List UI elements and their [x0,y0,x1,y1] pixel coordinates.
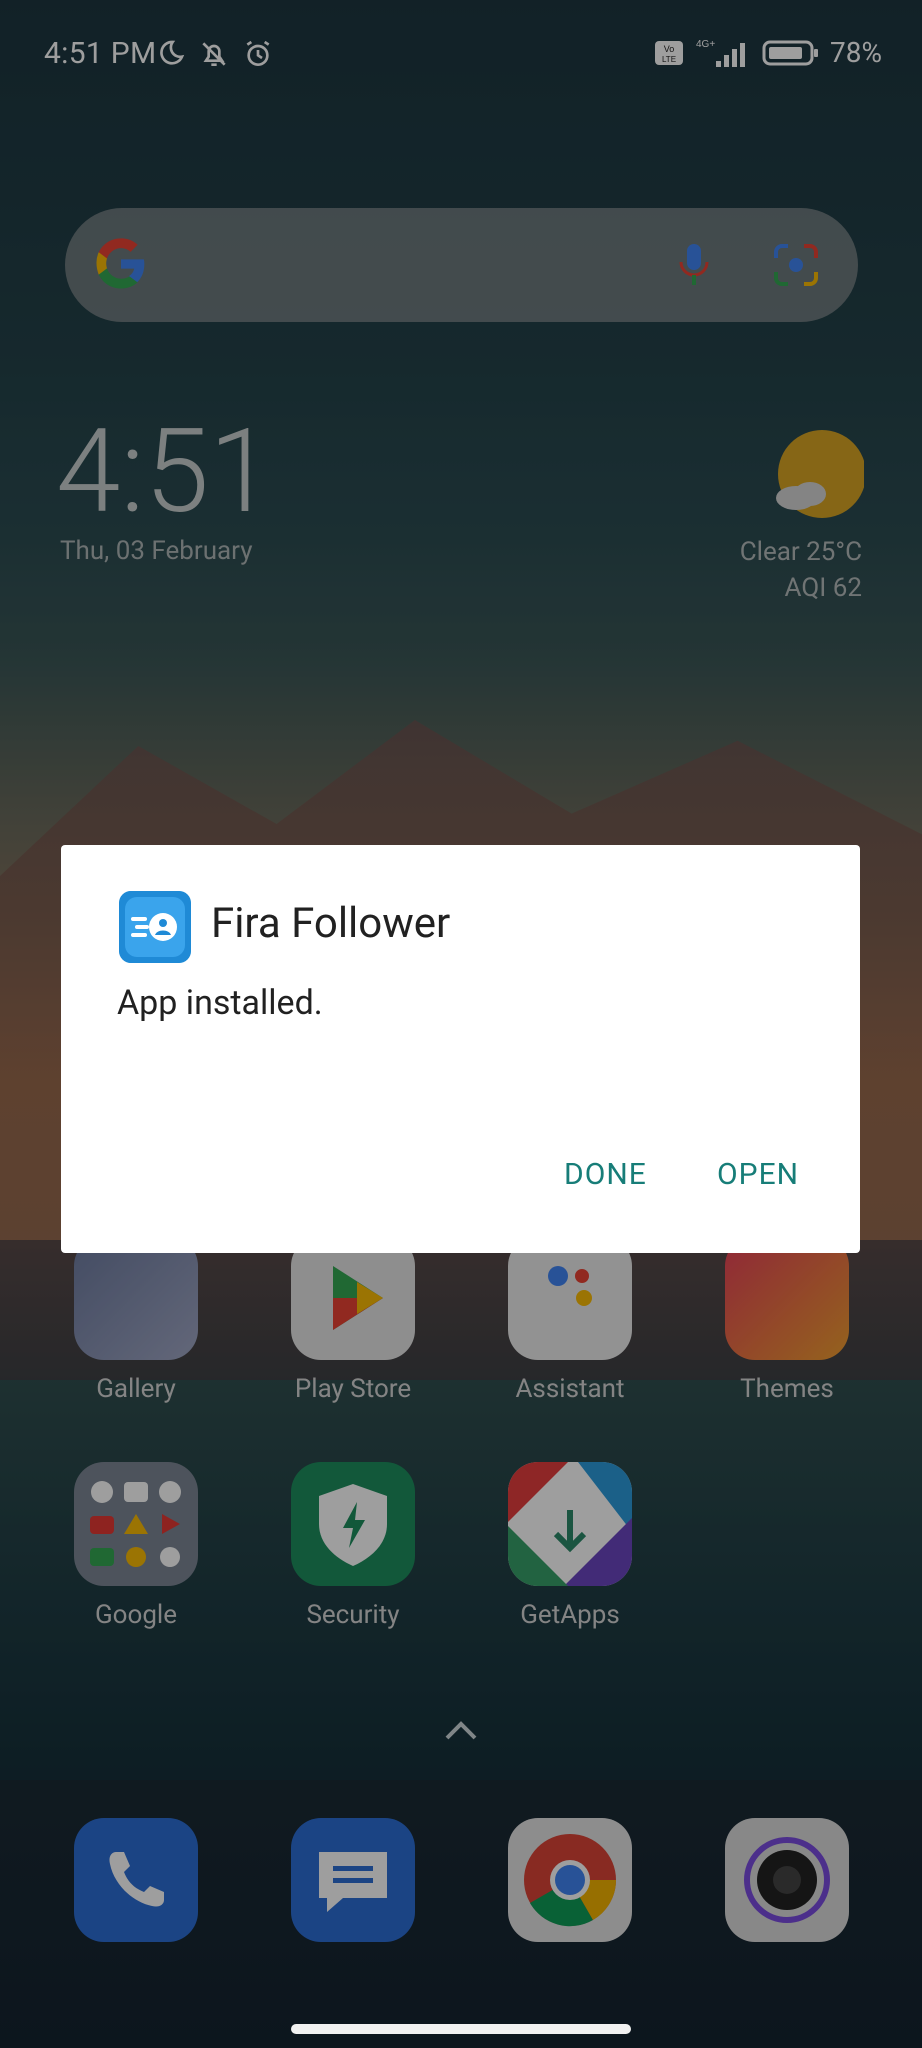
dialog-title: Fira Follower [211,899,451,948]
app-installed-dialog: Fira Follower App installed. DONE OPEN [61,845,860,1253]
open-button[interactable]: OPEN [717,1157,799,1192]
fira-follower-app-icon [119,891,191,963]
gesture-nav-bar[interactable] [291,2024,631,2034]
done-button[interactable]: DONE [564,1157,647,1192]
dialog-message: App installed. [117,983,323,1023]
